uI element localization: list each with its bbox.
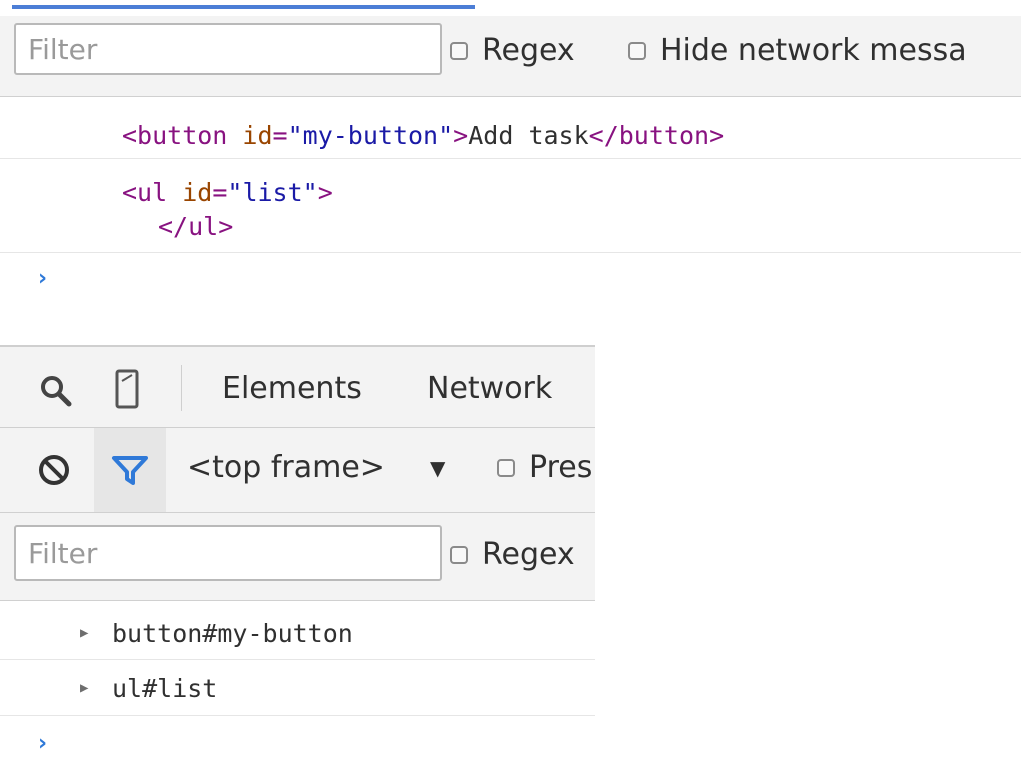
- tag-open: <ul: [122, 178, 183, 207]
- console-prompt-icon[interactable]: ›: [38, 733, 47, 755]
- regex-checkbox-group-2[interactable]: Regex: [450, 537, 575, 572]
- equals-sign: =: [212, 178, 228, 207]
- filter-icon[interactable]: [110, 452, 150, 488]
- console-filter-input[interactable]: [14, 23, 442, 75]
- tag-close: </ul>: [158, 212, 234, 241]
- row-divider: [0, 158, 1021, 159]
- tag-bracket: >: [317, 178, 333, 207]
- console-filter-bar: Regex Hide network messa: [0, 16, 1021, 97]
- devtools-panel: Elements Network <top frame> ▼ Pres Rege…: [0, 345, 595, 758]
- console-prompt-icon[interactable]: ›: [38, 268, 47, 290]
- preserve-log-label: Pres: [529, 450, 593, 485]
- preserve-log-checkbox-group[interactable]: Pres: [497, 450, 592, 485]
- regex-label-2: Regex: [482, 537, 575, 572]
- console-filter-bar-2: Regex: [0, 513, 595, 601]
- console-log-entry-button[interactable]: <button id="my-button">Add task</button>: [122, 123, 724, 148]
- chevron-down-icon[interactable]: ▼: [430, 456, 445, 480]
- search-icon[interactable]: [38, 373, 74, 409]
- tag-close: </button>: [588, 121, 725, 150]
- console-log-entry-ul-close: </ul>: [158, 214, 233, 239]
- clear-console-icon[interactable]: [36, 452, 72, 488]
- tree-item-label: ul#list: [112, 674, 218, 703]
- tag-bracket: >: [453, 121, 469, 150]
- tree-item-label: button#my-button: [112, 619, 353, 648]
- preserve-log-checkbox[interactable]: [497, 458, 515, 477]
- hide-network-checkbox-group[interactable]: Hide network messa: [628, 33, 967, 68]
- console-toolbar: <top frame> ▼ Pres: [0, 428, 595, 513]
- tag-open: <button: [122, 121, 243, 150]
- tab-elements[interactable]: Elements: [222, 371, 362, 406]
- hide-network-checkbox[interactable]: [628, 41, 646, 60]
- attribute-name: id: [182, 178, 213, 207]
- row-divider: [0, 715, 595, 716]
- expand-triangle-icon[interactable]: ▶: [80, 680, 88, 696]
- element-text: Add task: [468, 121, 589, 150]
- regex-checkbox-group[interactable]: Regex: [450, 33, 575, 68]
- tree-row-button[interactable]: ▶ button#my-button: [0, 601, 595, 659]
- tree-row-ul[interactable]: ▶ ul#list: [0, 660, 595, 715]
- console-filter-input-2[interactable]: [14, 525, 442, 581]
- equals-sign: =: [272, 121, 288, 150]
- tab-network[interactable]: Network: [427, 371, 552, 406]
- devtools-tabbar: Elements Network: [0, 345, 595, 428]
- console-log-entry-ul[interactable]: <ul id="list">: [122, 180, 333, 205]
- active-tab-indicator: [12, 5, 475, 9]
- console-output: <button id="my-button">Add task</button>…: [0, 96, 1021, 336]
- regex-checkbox-2[interactable]: [450, 545, 468, 564]
- expand-triangle-icon[interactable]: ▶: [80, 625, 88, 641]
- attribute-value: "list": [227, 178, 318, 207]
- frame-selector[interactable]: <top frame>: [187, 450, 385, 485]
- device-mode-icon[interactable]: [112, 367, 142, 411]
- regex-label: Regex: [482, 33, 575, 68]
- hide-network-label: Hide network messa: [660, 33, 967, 68]
- row-divider: [0, 252, 1021, 253]
- toolbar-separator: [181, 365, 182, 411]
- attribute-value: "my-button": [287, 121, 454, 150]
- attribute-name: id: [242, 121, 273, 150]
- regex-checkbox[interactable]: [450, 41, 468, 60]
